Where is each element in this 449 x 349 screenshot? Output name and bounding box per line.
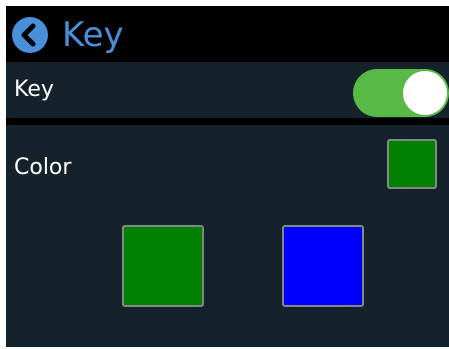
- back-button[interactable]: [12, 17, 48, 53]
- key-label: Key: [14, 77, 54, 102]
- color-label: Color: [14, 155, 72, 180]
- color-panel: Color: [6, 125, 449, 347]
- color-option-green[interactable]: [122, 225, 204, 307]
- color-option-blue[interactable]: [282, 225, 364, 307]
- key-row: Key: [6, 62, 449, 118]
- page-title: Key: [62, 15, 124, 55]
- toggle-knob: [403, 71, 447, 115]
- divider: [6, 118, 449, 125]
- key-toggle[interactable]: [353, 69, 449, 117]
- key-settings-screen: Key Key Color: [6, 6, 449, 347]
- header-bar: Key: [6, 6, 449, 62]
- current-color-swatch[interactable]: [387, 139, 437, 189]
- chevron-left-icon: [21, 23, 36, 47]
